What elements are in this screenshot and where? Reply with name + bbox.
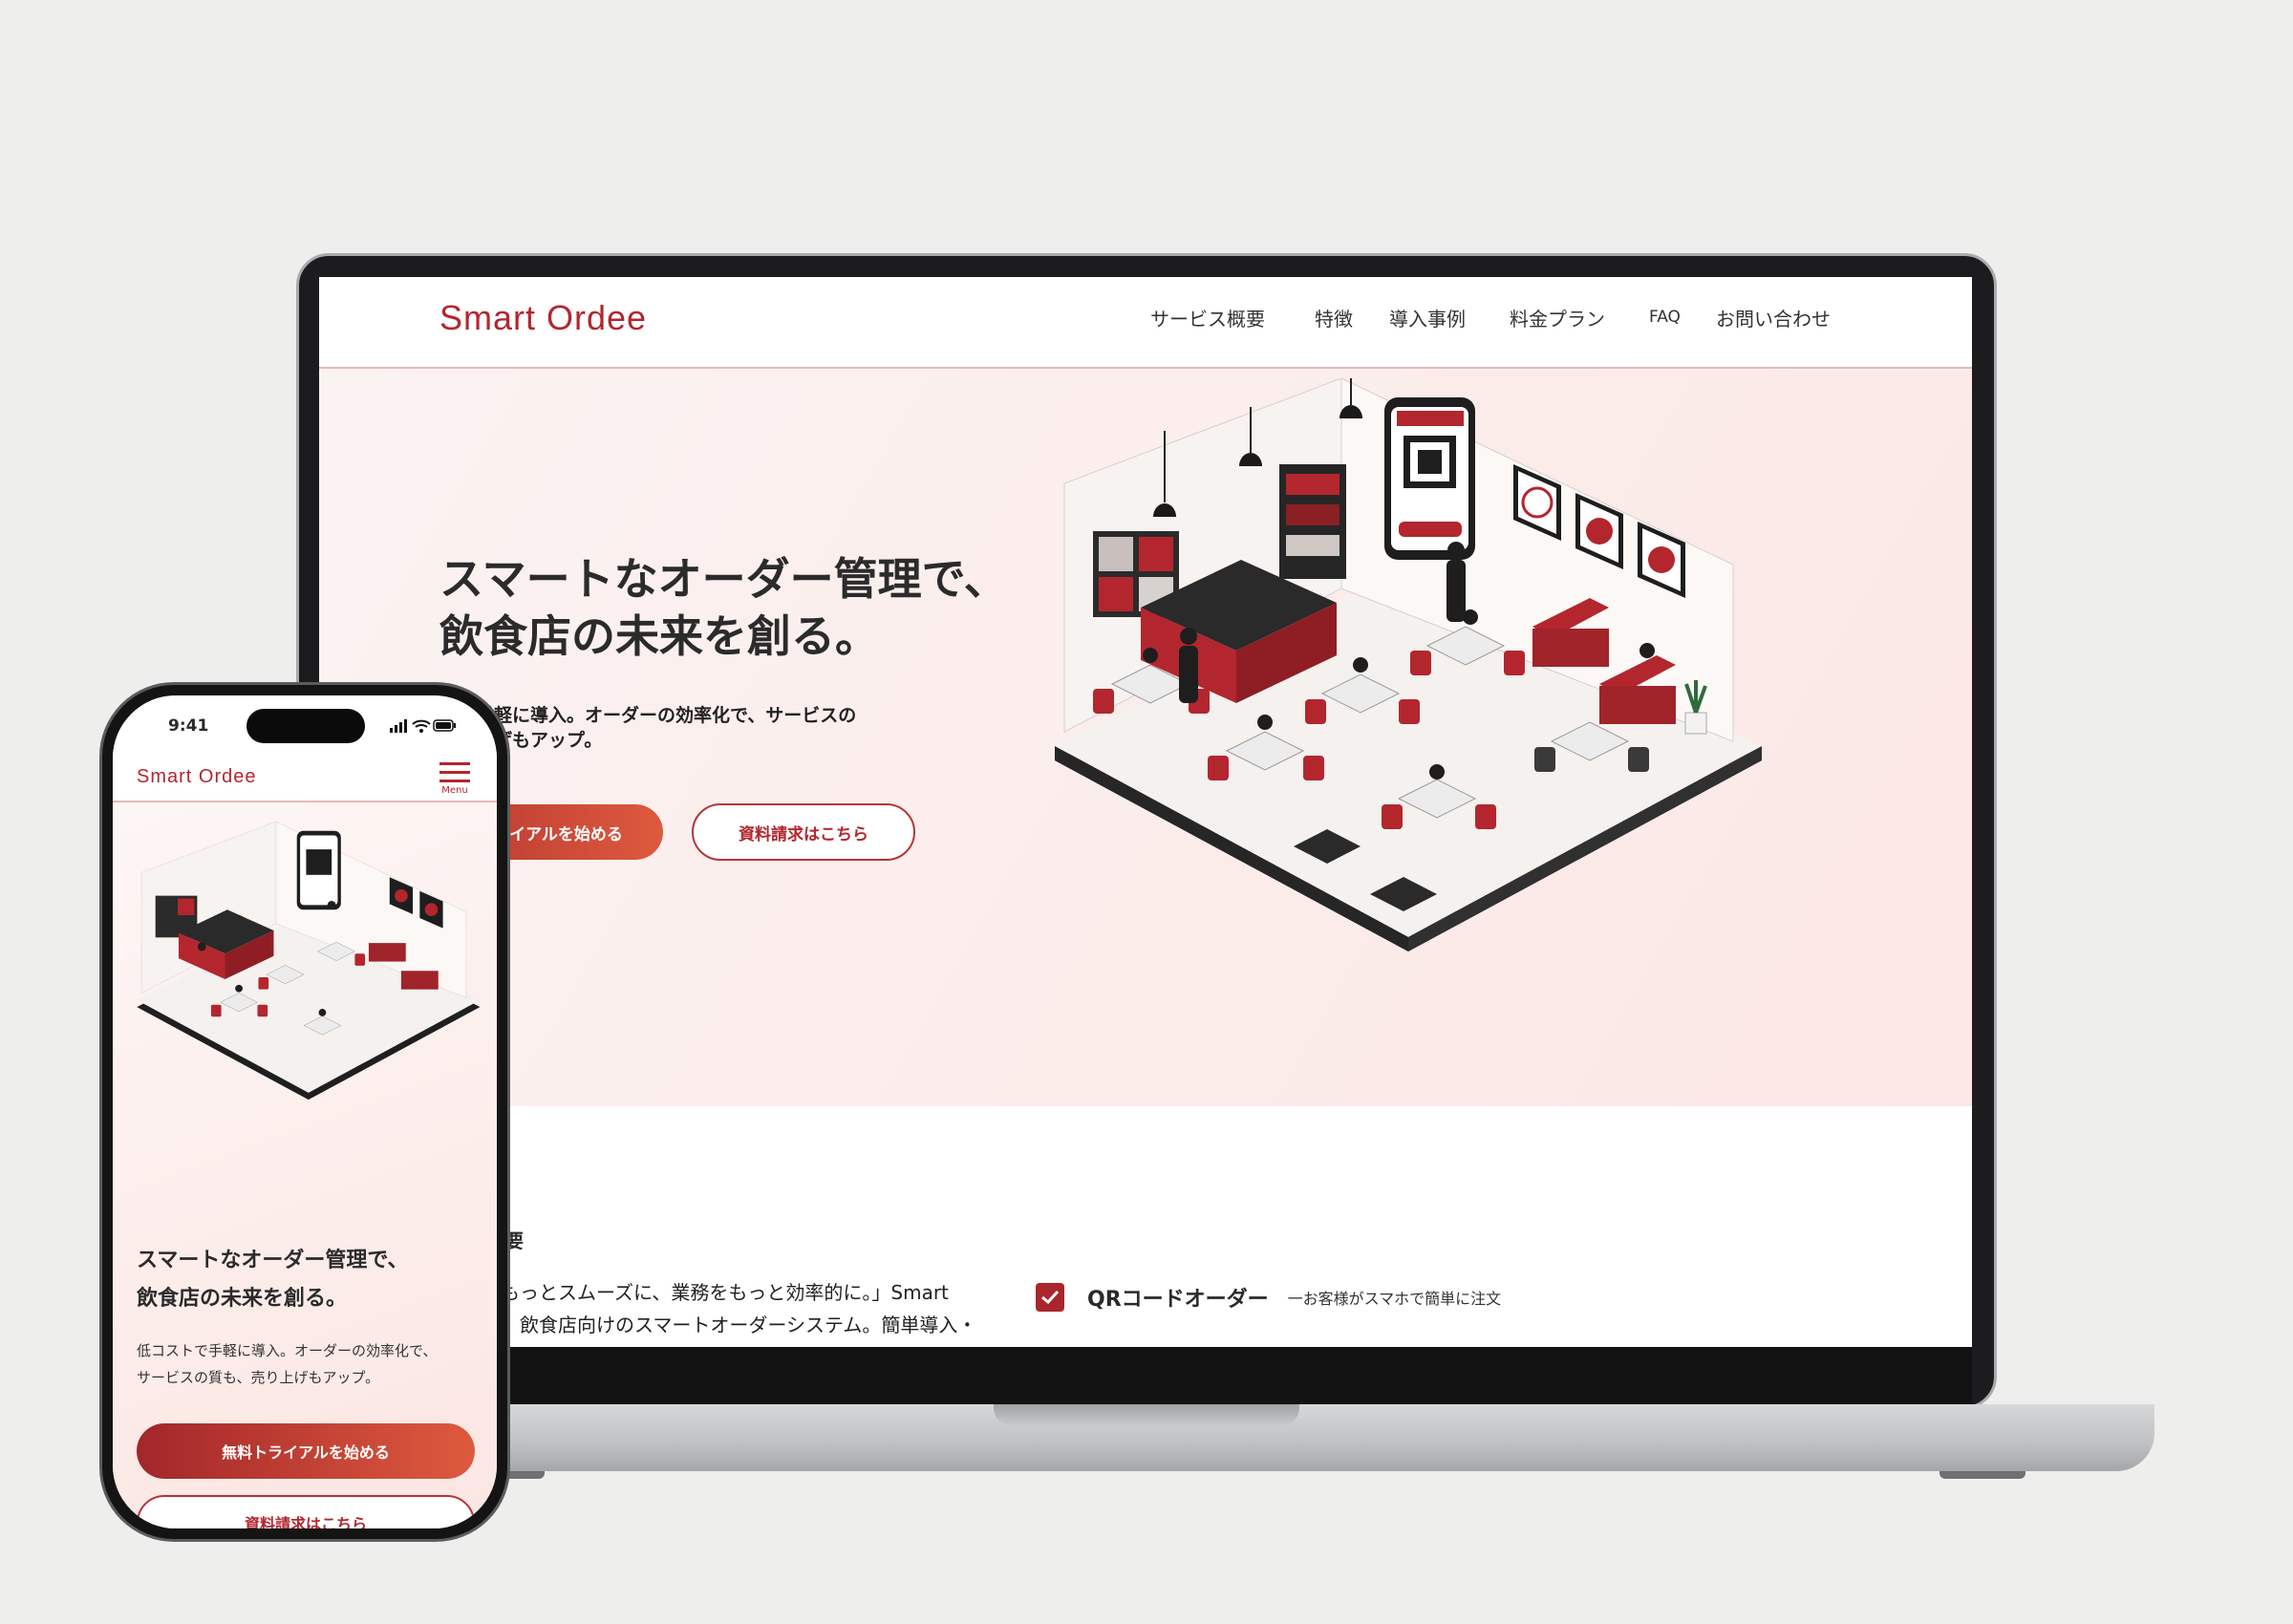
phone-request-materials-button[interactable]: 資料請求はこちら [137, 1495, 475, 1528]
nav-case-studies[interactable]: 導入事例 [1389, 304, 1466, 331]
nav-service-overview[interactable]: サービス概要 [1150, 304, 1265, 331]
hero-section: スマートなオーダー管理で、 飲食店の未来を創る。 トで手軽に導入。オーダーの効率… [319, 369, 1972, 1106]
check-icon [1036, 1283, 1064, 1312]
menu-label: Menu [441, 785, 468, 796]
nav-pricing[interactable]: 料金プラン [1510, 304, 1605, 331]
service-description: をもっとスムーズに、業務をもっと効率的に。」Smart は、飲食店向けのスマート… [482, 1281, 977, 1336]
signal-icon [390, 719, 407, 733]
site-header: Smart Ordee サービス概要 特徴 導入事例 料金プラン FAQ お問い… [319, 277, 1972, 369]
phone-screen: 9:41 Smart Ordee Menu スマートなオーダー管理で、 飲食店の… [113, 695, 497, 1528]
brand-logo[interactable]: Smart Ordee [439, 298, 647, 338]
hamburger-menu-icon[interactable]: Menu [438, 762, 472, 797]
wifi-icon [412, 719, 431, 733]
restaurant-illustration [1055, 378, 1762, 951]
hero-desc-line-2: 売り上げもアップ。 [439, 730, 603, 751]
status-bar: 9:41 [113, 695, 497, 753]
request-materials-button[interactable]: 資料請求はこちら [692, 803, 915, 861]
nav-features[interactable]: 特徴 [1315, 304, 1353, 331]
nav-contact[interactable]: お問い合わせ [1716, 304, 1831, 331]
feature-description: 一お客様がスマホで簡単に注文 [1287, 1290, 1502, 1308]
laptop-chin [319, 1347, 1972, 1404]
hero-description: トで手軽に導入。オーダーの効率化で、サービスの 売り上げもアップ。 [439, 703, 936, 753]
phone-hero-title: スマートなオーダー管理で、 飲食店の未来を創る。 [137, 1249, 409, 1311]
hero-desc-line-1: トで手軽に導入。オーダーの効率化で、サービスの [439, 705, 857, 726]
laptop-trackpad-notch [994, 1404, 1299, 1425]
phone-free-trial-button[interactable]: 無料トライアルを始める [137, 1423, 475, 1479]
laptop-foot-right [1939, 1471, 2025, 1479]
phone-brand-logo[interactable]: Smart Ordee [137, 766, 256, 788]
phone-hero-description: 低コストで手軽に導入。オーダーの効率化で、 サービスの質も、売り上げもアップ。 [137, 1342, 438, 1386]
hero-title: スマートなオーダー管理で、 飲食店の未来を創る。 [439, 553, 1008, 662]
service-section: rvice ス概要 をもっとスムーズに、業務をもっと効率的に。」Smart は、… [319, 1106, 1972, 1347]
nav-faq[interactable]: FAQ [1649, 308, 1681, 327]
status-time: 9:41 [168, 716, 209, 736]
dynamic-island [246, 709, 365, 743]
battery-icon [433, 719, 456, 732]
phone-hero: スマートなオーダー管理で、 飲食店の未来を創る。 低コストで手軽に導入。オーダー… [113, 802, 497, 1528]
laptop-screen: Smart Ordee サービス概要 特徴 導入事例 料金プラン FAQ お問い… [319, 277, 1972, 1347]
feature-qr-order: QRコードオーダー 一お客様がスマホで簡単に注文 [1036, 1282, 1501, 1313]
feature-title: QRコードオーダー [1087, 1288, 1269, 1312]
phone-restaurant-illustration [137, 822, 481, 1100]
phone-header: Smart Ordee Menu [113, 753, 497, 802]
